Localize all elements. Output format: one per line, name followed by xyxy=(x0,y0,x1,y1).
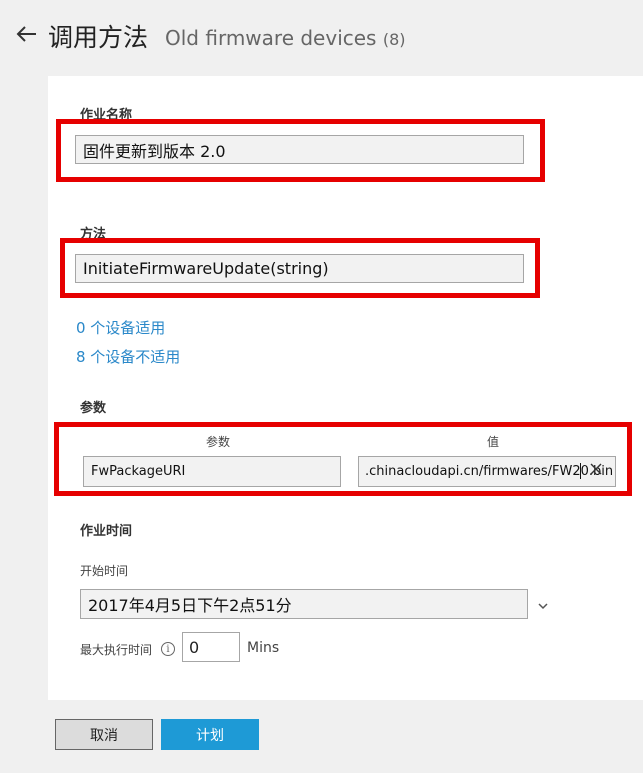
param-value-text: .chinacloudapi.cn/firmwares/FW20.bin xyxy=(365,464,614,479)
start-time-field[interactable]: 2017年4月5日下午2点51分 xyxy=(80,589,528,619)
start-time-label: 开始时间 xyxy=(80,564,129,578)
page-subtitle: Old firmware devices (8) xyxy=(165,26,406,50)
param-name-input[interactable]: FwPackageURI xyxy=(83,456,341,487)
param-value-input[interactable]: .chinacloudapi.cn/firmwares/FW20.bin xyxy=(358,456,616,487)
invoke-method-panel: 作业名称 固件更新到版本 2.0 方法 InitiateFirmwareUpda… xyxy=(48,76,643,700)
job-time-label: 作业时间 xyxy=(80,524,133,539)
not-applicable-devices-link[interactable]: 8 个设备不适用 xyxy=(76,346,180,367)
cancel-button[interactable]: 取消 xyxy=(55,719,153,750)
schedule-button[interactable]: 计划 xyxy=(161,719,259,750)
device-count: (8) xyxy=(382,30,406,49)
param-value-column-header: 值 xyxy=(487,435,500,449)
max-execution-time-label: 最大执行时间 xyxy=(80,643,153,657)
param-name-column-header: 参数 xyxy=(206,435,231,449)
job-name-input[interactable]: 固件更新到版本 2.0 xyxy=(75,135,524,164)
parameters-label: 参数 xyxy=(80,401,107,416)
chevron-down-icon[interactable] xyxy=(536,598,550,612)
applicable-devices-link[interactable]: 0 个设备适用 xyxy=(76,317,165,338)
minutes-unit-label: Mins xyxy=(247,640,280,656)
page-header: 调用方法 Old firmware devices (8) xyxy=(0,0,643,76)
method-select[interactable]: InitiateFirmwareUpdate(string) xyxy=(75,254,524,283)
max-execution-time-input[interactable]: 0 xyxy=(182,632,240,662)
info-icon[interactable]: i xyxy=(161,642,175,656)
subtitle-text: Old firmware devices xyxy=(165,26,377,50)
page-title: 调用方法 xyxy=(48,23,149,52)
text-cursor xyxy=(580,463,581,479)
close-icon[interactable] xyxy=(589,461,603,480)
arrow-left-icon[interactable] xyxy=(12,20,40,48)
